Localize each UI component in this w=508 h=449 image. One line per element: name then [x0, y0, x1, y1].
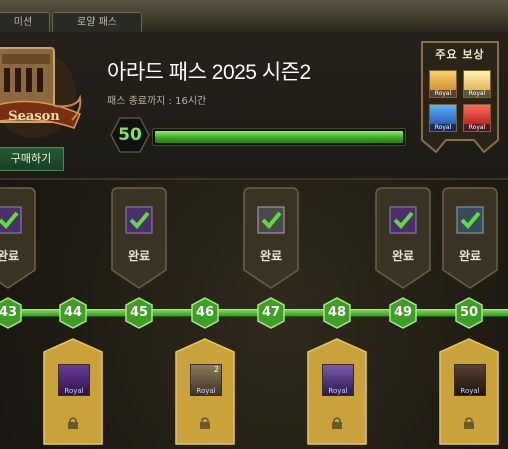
- reward-tag: Royal: [328, 387, 348, 395]
- tab-royal-pass-label: 로얄 패스: [77, 17, 117, 28]
- check-icon: [389, 206, 417, 234]
- pass-progress-fill: [155, 131, 403, 143]
- svg-text:Season: Season: [8, 109, 60, 124]
- current-level-badge: 50: [110, 117, 150, 153]
- tab-mission[interactable]: 미션: [0, 12, 50, 33]
- free-reward-card-49[interactable]: 완료: [374, 186, 432, 290]
- reward-tag: Royal: [430, 124, 456, 131]
- free-reward-card-50[interactable]: 완료: [441, 186, 499, 290]
- buy-pass-button[interactable]: 구매하기: [0, 147, 64, 171]
- level-node-47[interactable]: 47: [256, 297, 286, 329]
- royal-reward-card-50[interactable]: Royal: [438, 338, 500, 446]
- pass-progress-bar: [152, 128, 406, 146]
- plus10-ticket-icon[interactable]: Royal: [463, 70, 491, 98]
- level-node-43[interactable]: 43: [0, 297, 23, 329]
- purple-weapon-icon: Royal: [58, 364, 90, 396]
- level-node-46[interactable]: 46: [190, 297, 220, 329]
- level-number: 50: [459, 305, 479, 320]
- pass-screen: 미션 로얄 패스 Season 아라드 패스 2025 시즌2 패스 종료까지 …: [0, 0, 508, 449]
- lock-icon: [200, 417, 210, 429]
- level-number: 44: [63, 305, 83, 320]
- tab-royal-pass[interactable]: 로얄 패스: [52, 12, 142, 33]
- reward-status: 완료: [0, 249, 20, 263]
- reward-tag: Royal: [464, 124, 490, 131]
- check-icon: [125, 206, 153, 234]
- reward-status: 완료: [259, 249, 283, 263]
- level-node-44[interactable]: 44: [58, 297, 88, 329]
- level-node-50[interactable]: 50: [454, 297, 484, 329]
- season-logo: Season: [0, 47, 82, 138]
- check-icon: [0, 206, 22, 234]
- purple-hammer-icon: Royal: [322, 364, 354, 396]
- scroll-icon: Royal 2: [190, 364, 222, 396]
- level-number: 46: [195, 305, 215, 320]
- check-icon: [456, 206, 484, 234]
- key-rewards-panel: 주요 보상 Royal Royal Royal Royal: [420, 40, 500, 158]
- level-number: 43: [0, 305, 18, 320]
- lock-icon: [332, 417, 342, 429]
- royal-reward-card-48[interactable]: Royal: [306, 338, 368, 446]
- level-node-48[interactable]: 48: [322, 297, 352, 329]
- reward-tag: Royal: [464, 90, 490, 97]
- tab-bar: 미션 로얄 패스: [0, 0, 508, 33]
- key-rewards-title: 주요 보상: [435, 48, 485, 61]
- tab-mission-label: 미션: [13, 17, 33, 28]
- level-node-45[interactable]: 45: [124, 297, 154, 329]
- blue-beast-icon[interactable]: Royal: [429, 104, 457, 132]
- reward-tag: Royal: [64, 387, 84, 395]
- reward-status: 완료: [391, 249, 415, 263]
- pass-title: 아라드 패스 2025 시즌2: [107, 61, 311, 84]
- reward-status: 완료: [127, 249, 151, 263]
- pass-end-time: 패스 종료까지 : 16시간: [107, 96, 207, 107]
- royal-reward-card-44[interactable]: Royal: [42, 338, 104, 446]
- royal-reward-card-46[interactable]: Royal 2: [174, 338, 236, 446]
- item-count: 2: [213, 365, 219, 374]
- free-reward-card-43[interactable]: 완료: [0, 186, 37, 290]
- level-number: 47: [261, 305, 281, 320]
- free-reward-card-45[interactable]: 완료: [110, 186, 168, 290]
- hand-chest-icon[interactable]: Royal: [429, 70, 457, 98]
- reward-status: 완료: [458, 249, 482, 263]
- reward-tag: Royal: [196, 387, 216, 395]
- check-icon: [257, 206, 285, 234]
- lock-icon: [68, 417, 78, 429]
- current-level: 50: [118, 125, 142, 145]
- reward-tag: Royal: [430, 90, 456, 97]
- free-reward-card-47[interactable]: 완료: [242, 186, 300, 290]
- lock-icon: [464, 417, 474, 429]
- reward-tag: Royal: [460, 387, 480, 395]
- level-number: 49: [393, 305, 413, 320]
- level-number: 48: [327, 305, 347, 320]
- dark-beast-icon: Royal: [454, 364, 486, 396]
- red-box-icon[interactable]: Royal: [463, 104, 491, 132]
- level-node-49[interactable]: 49: [388, 297, 418, 329]
- level-number: 45: [129, 305, 149, 320]
